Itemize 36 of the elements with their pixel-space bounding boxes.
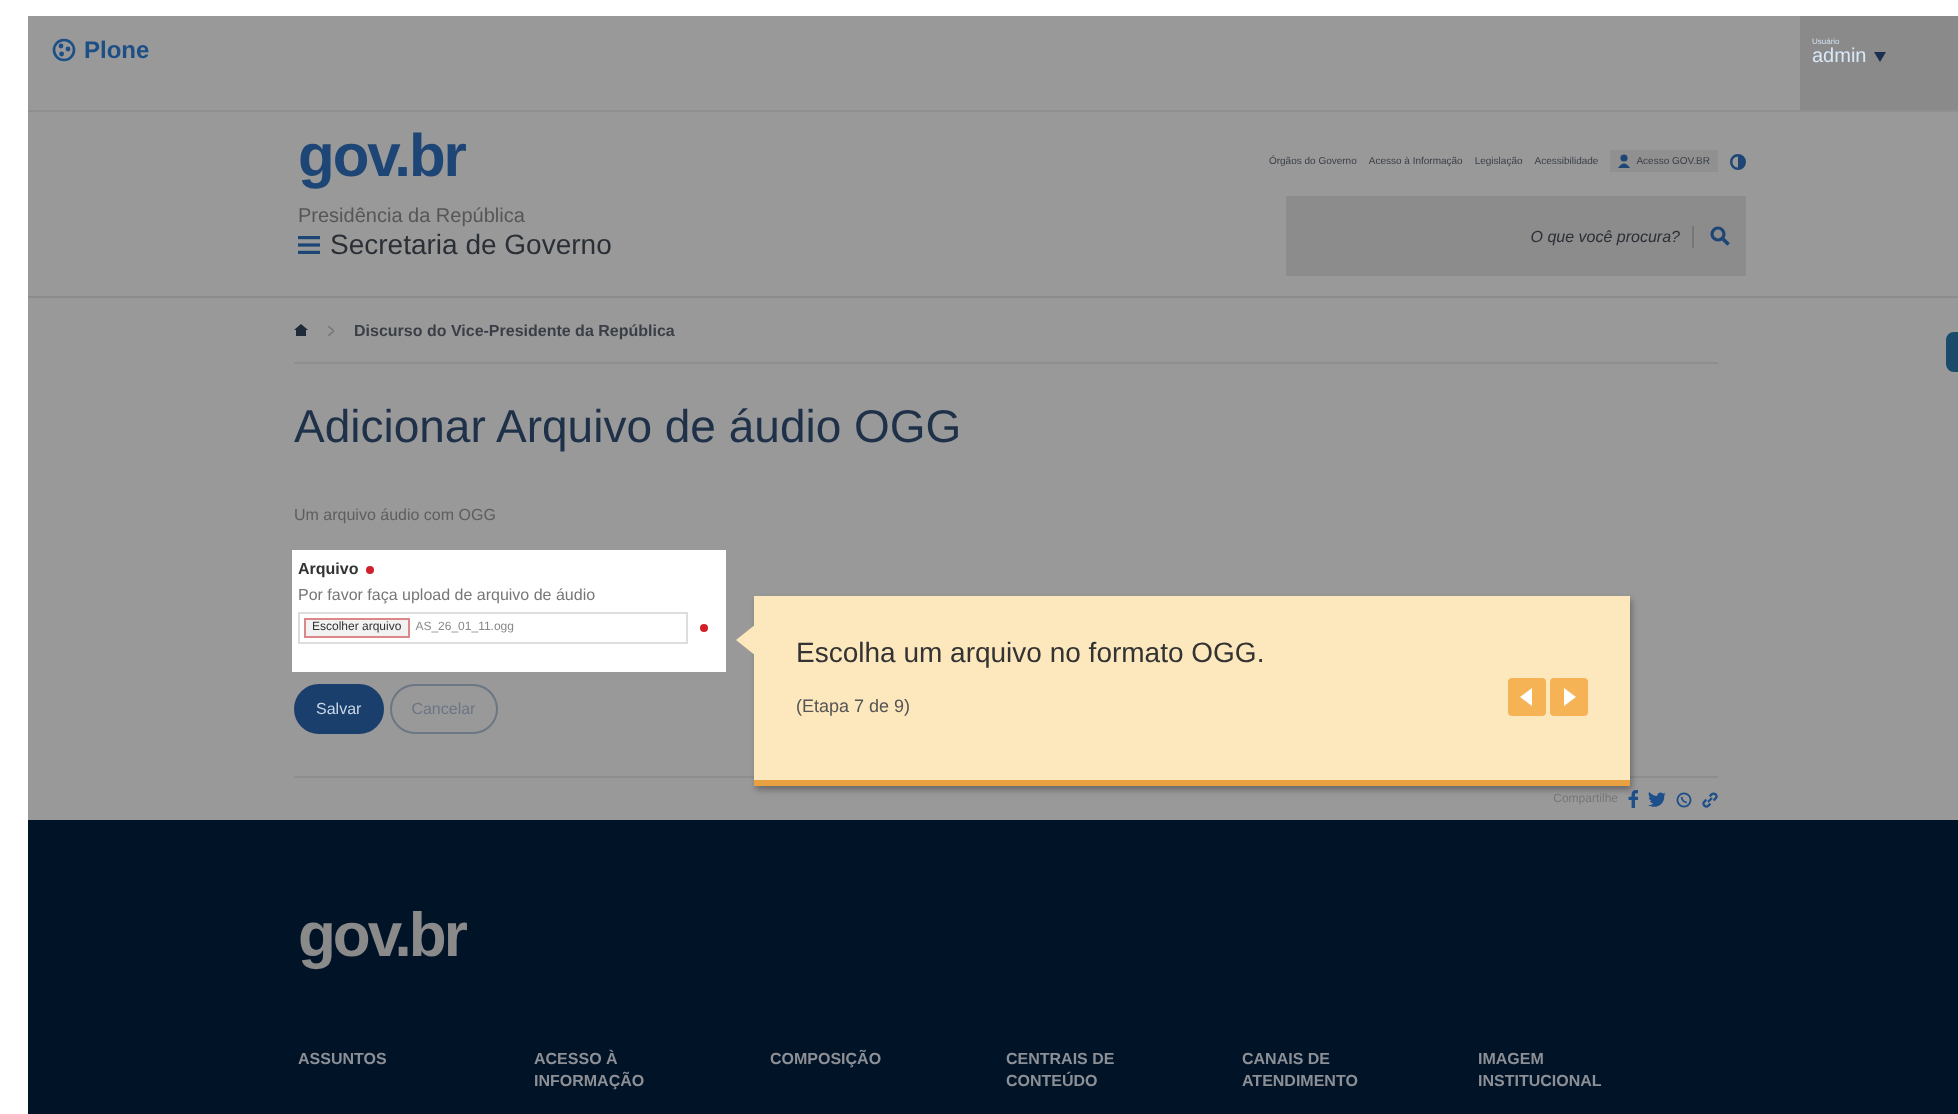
site-name: Secretaria de Governo [330,228,612,260]
person-icon [1618,154,1631,168]
phone-bubble-icon[interactable] [1676,791,1692,807]
chevron-right-icon [328,325,334,335]
link-icon[interactable] [1702,791,1718,807]
organization-name: Presidência da República [298,206,527,228]
previous-button[interactable] [1508,678,1546,716]
footer-column-heading[interactable]: ACESSO À INFORMAÇÃO [534,1048,694,1092]
tour-step-counter: (Etapa 7 de 9) [796,696,911,716]
required-icon [700,624,708,632]
page-title: Adicionar Arquivo de áudio OGG [294,400,964,454]
footer-column-heading[interactable]: ASSUNTOS [298,1048,458,1092]
footer-column-heading[interactable]: COMPOSIÇÃO [770,1048,930,1092]
footer-column-heading[interactable]: CANAIS DE ATENDIMENTO [1242,1048,1402,1092]
plone-logo-icon [52,37,76,61]
breadcrumb-link[interactable]: Discurso do Vice-Presidente da República [354,321,675,339]
save-button[interactable]: Salvar [294,684,384,734]
search-field[interactable]: O que você procura? [1376,225,1694,247]
field-help-text: Por favor faça upload de arquivo de áudio [298,586,598,604]
footer-column-heading[interactable]: IMAGEM INSTITUCIONAL [1478,1048,1638,1092]
page-description: Um arquivo áudio com OGG [294,506,498,524]
search-icon[interactable] [1710,226,1730,246]
next-button[interactable] [1550,678,1588,716]
govbr-logo: gov.br [298,124,468,192]
tour-step-text: Escolha um arquivo no formato OGG. [796,636,1267,668]
field-label: Arquivo [298,560,359,578]
contrast-icon[interactable] [1730,153,1746,169]
home-icon[interactable] [294,324,308,336]
user-name: admin [1812,46,1867,68]
facebook-icon[interactable] [1628,790,1638,808]
footer-govbr-logo: gov.br [298,900,468,972]
plone-logo-text: Plone [84,35,150,63]
footer-column-heading[interactable]: CENTRAIS DE CONTEÚDO [1006,1048,1166,1092]
caret-down-icon [1874,52,1887,62]
menu-icon[interactable] [298,235,320,253]
bird-icon[interactable] [1648,791,1666,807]
